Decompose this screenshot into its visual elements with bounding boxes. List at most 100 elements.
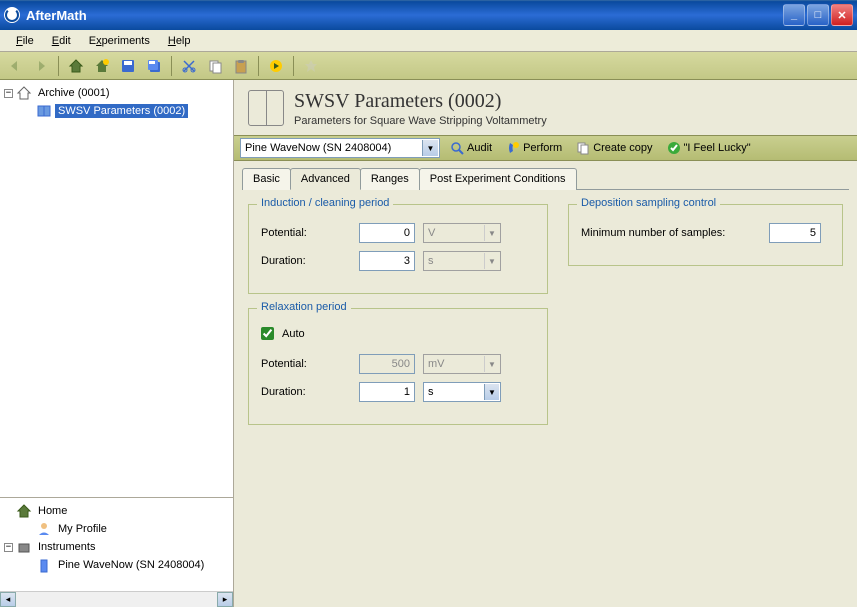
relaxation-duration-label: Duration: xyxy=(261,386,351,398)
main-toolbar xyxy=(0,52,857,80)
device-selected: Pine WaveNow (SN 2408004) xyxy=(245,142,391,154)
window-title: AfterMath xyxy=(26,8,783,23)
run-button[interactable] xyxy=(265,55,287,77)
relaxation-group: Relaxation period Auto Potential: mV▼ Du… xyxy=(248,308,548,425)
relaxation-potential-input xyxy=(359,354,415,374)
archive-tree[interactable]: − Archive (0001) SWSV Parameters (0002) xyxy=(0,80,233,497)
maximize-button[interactable]: □ xyxy=(807,4,829,26)
perform-label: Perform xyxy=(523,142,562,154)
home-new-button[interactable] xyxy=(91,55,113,77)
relaxation-duration-unit[interactable]: s▼ xyxy=(423,382,501,402)
perform-button[interactable]: Perform xyxy=(502,139,566,157)
audit-icon xyxy=(450,141,464,155)
close-button[interactable]: ✕ xyxy=(831,4,853,26)
menu-edit[interactable]: Edit xyxy=(44,33,79,49)
window-titlebar: AfterMath _ □ ✕ xyxy=(0,0,857,30)
tree-node-instruments[interactable]: − Instruments xyxy=(4,538,229,556)
copy-icon xyxy=(576,141,590,155)
instruments-icon xyxy=(16,539,32,555)
tab-basic[interactable]: Basic xyxy=(242,168,291,190)
expander-icon[interactable]: − xyxy=(4,543,13,552)
induction-legend: Induction / cleaning period xyxy=(257,197,393,209)
forward-button xyxy=(30,55,52,77)
tree-node-swsv[interactable]: SWSV Parameters (0002) xyxy=(24,102,229,120)
audit-button[interactable]: Audit xyxy=(446,139,496,157)
page-title: SWSV Parameters (0002) xyxy=(294,90,547,113)
induction-duration-label: Duration: xyxy=(261,255,351,267)
induction-group: Induction / cleaning period Potential: V… xyxy=(248,204,548,294)
tab-bar: Basic Advanced Ranges Post Experiment Co… xyxy=(234,161,857,189)
tree-label[interactable]: My Profile xyxy=(55,522,110,536)
archive-icon xyxy=(16,85,32,101)
relaxation-auto-label: Auto xyxy=(282,328,305,340)
menu-file[interactable]: File xyxy=(8,33,42,49)
deposition-legend: Deposition sampling control xyxy=(577,197,720,209)
relaxation-duration-input[interactable] xyxy=(359,382,415,402)
menu-bar: File Edit Experiments Help xyxy=(0,30,857,52)
app-icon xyxy=(4,7,20,23)
chevron-down-icon[interactable]: ▼ xyxy=(484,384,499,400)
deposition-group: Deposition sampling control Minimum numb… xyxy=(568,204,843,266)
minimize-button[interactable]: _ xyxy=(783,4,805,26)
copy-label: Create copy xyxy=(593,142,652,154)
menu-help[interactable]: Help xyxy=(160,33,199,49)
lucky-icon xyxy=(667,141,681,155)
profile-icon xyxy=(36,521,52,537)
params-large-icon xyxy=(248,90,284,126)
tree-label[interactable]: SWSV Parameters (0002) xyxy=(55,104,188,118)
cut-button[interactable] xyxy=(178,55,200,77)
perform-icon xyxy=(506,141,520,155)
relaxation-auto-checkbox[interactable] xyxy=(261,327,274,340)
page-subtitle: Parameters for Square Wave Stripping Vol… xyxy=(294,115,547,127)
relaxation-potential-unit: mV▼ xyxy=(423,354,501,374)
menu-experiments[interactable]: Experiments xyxy=(81,33,158,49)
tree-node-profile[interactable]: My Profile xyxy=(24,520,229,538)
device-selector[interactable]: Pine WaveNow (SN 2408004) ▼ xyxy=(240,138,440,158)
induction-duration-input[interactable] xyxy=(359,251,415,271)
chevron-down-icon[interactable]: ▼ xyxy=(422,140,438,156)
tree-label[interactable]: Archive (0001) xyxy=(35,86,113,100)
tab-ranges[interactable]: Ranges xyxy=(360,168,420,190)
home-icon xyxy=(16,503,32,519)
scroll-right-button[interactable]: ▸ xyxy=(217,592,233,607)
deposition-min-label: Minimum number of samples: xyxy=(581,227,761,239)
lucky-button[interactable]: "I Feel Lucky" xyxy=(663,139,755,157)
relaxation-potential-label: Potential: xyxy=(261,358,351,370)
tab-advanced[interactable]: Advanced xyxy=(290,168,361,190)
induction-potential-unit[interactable]: V▼ xyxy=(423,223,501,243)
tab-post-experiment[interactable]: Post Experiment Conditions xyxy=(419,168,577,190)
tree-label[interactable]: Pine WaveNow (SN 2408004) xyxy=(55,558,207,572)
content-area: SWSV Parameters (0002) Parameters for Sq… xyxy=(234,80,857,607)
tree-node-home[interactable]: Home xyxy=(4,502,229,520)
back-button xyxy=(4,55,26,77)
tree-label[interactable]: Home xyxy=(35,504,70,518)
lucky-label: "I Feel Lucky" xyxy=(684,142,751,154)
home-tree[interactable]: Home My Profile − Instruments Pine WaveN… xyxy=(0,497,233,607)
paste-button[interactable] xyxy=(230,55,252,77)
sidebar: − Archive (0001) SWSV Parameters (0002) … xyxy=(0,80,234,607)
tree-node-instrument[interactable]: Pine WaveNow (SN 2408004) xyxy=(24,556,229,574)
induction-potential-input[interactable] xyxy=(359,223,415,243)
create-copy-button[interactable]: Create copy xyxy=(572,139,656,157)
save-all-button[interactable] xyxy=(143,55,165,77)
chevron-down-icon[interactable]: ▼ xyxy=(484,253,499,269)
content-header: SWSV Parameters (0002) Parameters for Sq… xyxy=(234,80,857,135)
audit-label: Audit xyxy=(467,142,492,154)
chevron-down-icon: ▼ xyxy=(484,356,499,372)
tab-panel-advanced: Induction / cleaning period Potential: V… xyxy=(242,189,849,453)
tree-node-archive[interactable]: − Archive (0001) xyxy=(4,84,229,102)
chevron-down-icon[interactable]: ▼ xyxy=(484,225,499,241)
deposition-min-input[interactable] xyxy=(769,223,821,243)
favorite-button xyxy=(300,55,322,77)
home-button[interactable] xyxy=(65,55,87,77)
induction-duration-unit[interactable]: s▼ xyxy=(423,251,501,271)
induction-potential-label: Potential: xyxy=(261,227,351,239)
params-icon xyxy=(36,103,52,119)
scroll-left-button[interactable]: ◂ xyxy=(0,592,16,607)
expander-icon[interactable]: − xyxy=(4,89,13,98)
horizontal-scrollbar[interactable]: ◂ ▸ xyxy=(0,591,233,607)
save-button[interactable] xyxy=(117,55,139,77)
tree-label[interactable]: Instruments xyxy=(35,540,98,554)
device-icon xyxy=(36,557,52,573)
copy-button[interactable] xyxy=(204,55,226,77)
